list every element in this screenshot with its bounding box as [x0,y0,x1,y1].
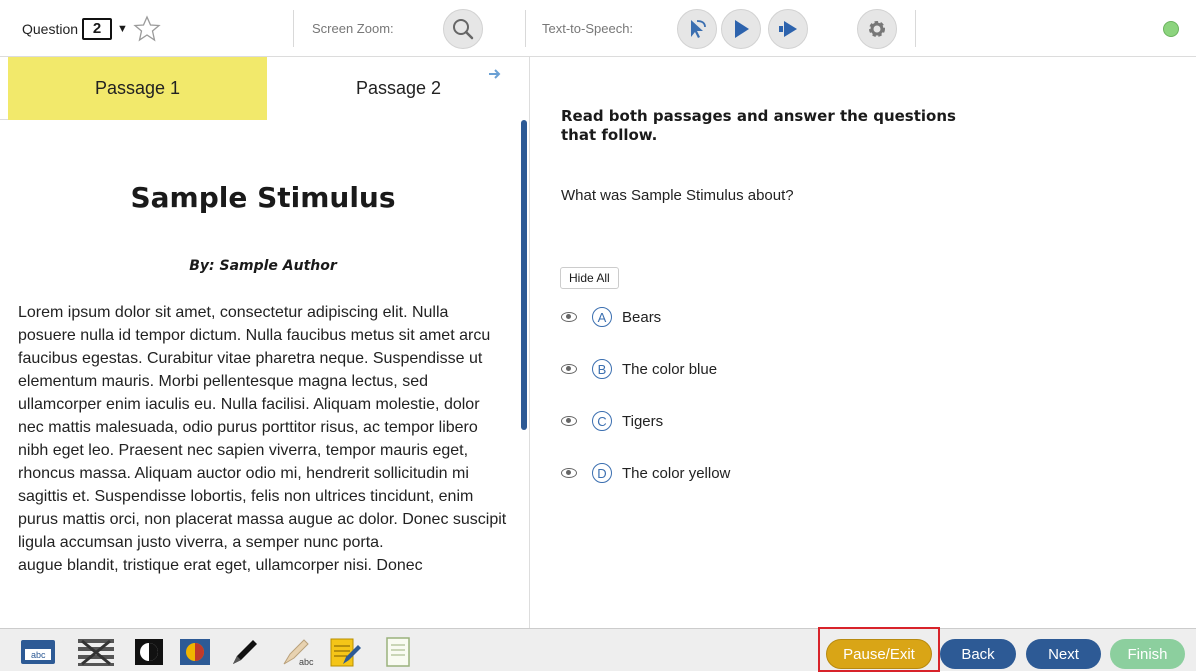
notepad-tool[interactable] [328,635,364,668]
masking-icon [76,637,116,667]
document-icon [384,636,412,668]
back-button[interactable]: Back [940,639,1016,669]
passage-body: Lorem ipsum dolor sit amet, consectetur … [18,304,507,551]
color-overlay-icon [178,637,212,667]
fast-forward-icon [777,18,799,40]
color-overlay-tool[interactable] [177,635,213,668]
play-button[interactable] [721,8,761,49]
eye-icon[interactable] [561,364,577,374]
top-toolbar: Question 2 ▼ Screen Zoom: Text-to-Speech… [0,0,1196,57]
choice-text: Tigers [622,412,664,430]
pointer-speak-icon [685,17,709,41]
choice-letter: D [592,463,612,483]
choice-letter: B [592,359,612,379]
scrollbar-thumb[interactable] [521,120,527,430]
answer-choice-b[interactable]: B The color blue [561,357,717,381]
choice-text: The color yellow [622,464,731,482]
passage-content: Sample Stimulus By: Sample Author Lorem … [18,120,508,628]
question-prompt: What was Sample Stimulus about? [561,187,794,204]
play-icon [730,18,752,40]
tab-label: Passage 1 [94,78,181,98]
arrow-right-icon[interactable] [488,67,502,86]
speak-selection-button[interactable] [677,8,717,49]
eye-icon[interactable] [561,468,577,478]
pen-icon [229,636,261,668]
notes-tool[interactable] [380,635,416,668]
passage-scrollbar[interactable] [520,120,528,628]
contrast-tool[interactable] [131,635,167,668]
settings-button[interactable] [857,8,897,49]
tab-passage-1[interactable]: Passage 1 [8,57,267,120]
strikethrough-eraser-tool[interactable]: abc [278,635,314,668]
text-to-speech-label: Text-to-Speech: [542,21,634,36]
question-number[interactable]: 2 [82,17,113,40]
question-selector[interactable]: Question 2 ▼ [22,0,161,57]
answer-choice-d[interactable]: D The color yellow [561,461,730,485]
fast-forward-button[interactable] [768,8,808,49]
screen-zoom-button[interactable] [443,8,483,49]
passage-tabs: Passage 1 Passage 2 [0,57,529,120]
bottom-toolbar: abc abc Pause/Exit Back Next Finish [0,627,1196,672]
gear-icon [865,17,889,41]
hide-all-button[interactable]: Hide All [560,267,619,289]
question-panel: Read both passages and answer the questi… [531,57,1196,628]
masking-tool[interactable] [78,635,114,668]
search-icon [451,17,475,41]
answer-choice-a[interactable]: A Bears [561,305,661,329]
strikeout-label: abc [299,657,314,667]
question-dropdown-caret[interactable]: ▼ [117,23,128,35]
connection-status-indicator [1163,21,1179,37]
tab-label: Passage 2 [355,78,442,98]
contrast-icon [133,637,165,667]
screen-zoom-label: Screen Zoom: [312,21,394,36]
choice-letter: A [592,307,612,327]
toolbar-divider [293,10,294,47]
passage-panel: Passage 1 Passage 2 Sample Stimulus By: … [0,57,530,628]
choice-text: The color blue [622,360,718,378]
notepad-icon [329,636,363,668]
question-instructions: Read both passages and answer the questi… [561,107,956,144]
eye-icon[interactable] [561,416,577,426]
passage-author: By: Sample Author [189,258,337,274]
pen-tool[interactable] [227,635,263,668]
question-label: Question [22,20,79,37]
choice-text: Bears [622,308,662,326]
passage-title: Sample Stimulus [130,181,396,214]
star-icon[interactable] [133,15,161,42]
passage-body-continued: augue blandit, tristique erat eget, ulla… [18,557,423,574]
toolbar-divider [525,10,526,47]
finish-button[interactable]: Finish [1110,639,1185,669]
pause-exit-button[interactable]: Pause/Exit [826,639,932,669]
answer-choice-c[interactable]: C Tigers [561,409,663,433]
choice-letter: C [592,411,612,431]
line-reader-tool[interactable]: abc [20,635,56,668]
eye-icon[interactable] [561,312,577,322]
abc-label: abc [31,650,46,660]
next-button[interactable]: Next [1026,639,1101,669]
toolbar-divider [915,10,916,47]
